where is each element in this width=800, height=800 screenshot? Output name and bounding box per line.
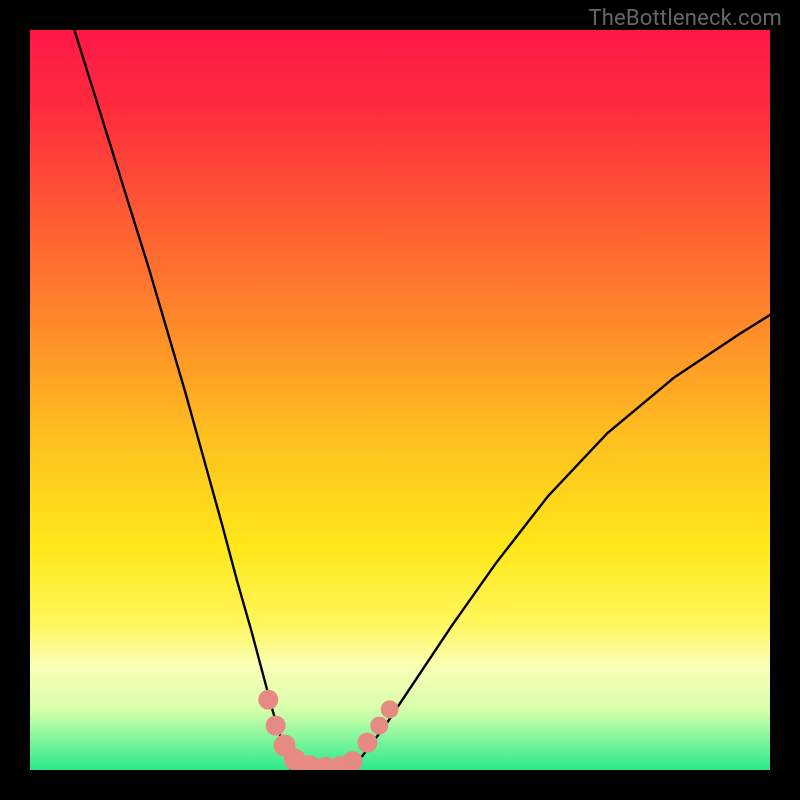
outer-frame: TheBottleneck.com (0, 0, 800, 800)
plot-area (30, 30, 770, 770)
bottleneck-chart (30, 30, 770, 770)
data-point (258, 690, 278, 710)
data-point (266, 716, 286, 736)
data-point (357, 733, 377, 753)
data-point (381, 700, 399, 718)
data-point (370, 717, 388, 735)
gradient-background (30, 30, 770, 770)
watermark-text: TheBottleneck.com (588, 6, 782, 31)
